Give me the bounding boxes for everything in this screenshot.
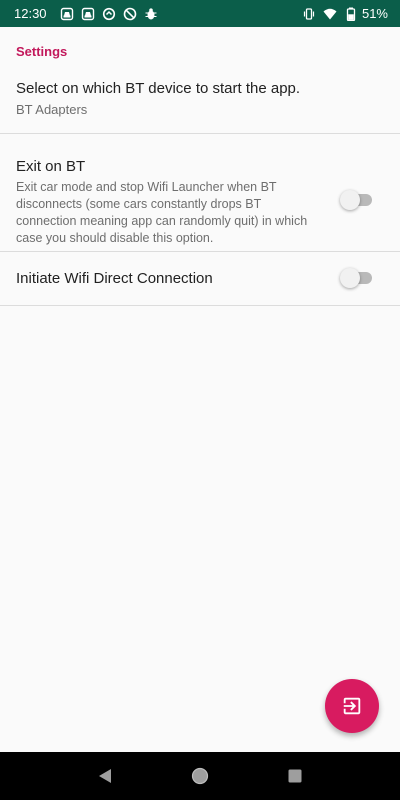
switch-thumb [340, 190, 360, 210]
exit-to-app-icon [341, 695, 363, 717]
bt-device-summary: BT Adapters [16, 102, 88, 117]
wifi-direct-switch[interactable] [340, 268, 374, 288]
battery-icon [344, 7, 358, 21]
settings-list: Settings Select on which BT device to st… [0, 27, 400, 306]
status-bar-right: 51% [302, 6, 388, 21]
back-icon [97, 768, 113, 784]
navigation-bar [0, 752, 400, 800]
exit-on-bt-preference[interactable]: Exit on BT Exit car mode and stop Wifi L… [0, 134, 400, 252]
status-bar: 12:30 51% [0, 0, 400, 27]
exit-on-bt-title: Exit on BT [16, 158, 86, 175]
exit-fab-button[interactable] [325, 679, 379, 733]
home-button[interactable] [188, 764, 212, 788]
back-button[interactable] [93, 764, 117, 788]
section-title: Settings [16, 44, 68, 59]
car-mode-icon [60, 7, 74, 21]
status-time: 12:30 [14, 6, 47, 21]
do-not-disturb-icon [123, 7, 137, 21]
sync-icon [102, 7, 116, 21]
recents-button[interactable] [283, 764, 307, 788]
wifi-icon [323, 7, 337, 21]
wifi-direct-preference[interactable]: Initiate Wifi Direct Connection [0, 252, 400, 306]
wifi-direct-title: Initiate Wifi Direct Connection [16, 270, 213, 287]
exit-on-bt-switch[interactable] [340, 190, 374, 210]
exit-on-bt-summary: Exit car mode and stop Wifi Launcher whe… [16, 180, 308, 245]
home-icon [191, 767, 209, 785]
switch-thumb [340, 268, 360, 288]
bug-icon [144, 7, 158, 21]
car-mode-icon [81, 7, 95, 21]
battery-percentage: 51% [361, 6, 388, 21]
vibrate-icon [302, 7, 316, 21]
bt-device-title: Select on which BT device to start the a… [16, 80, 301, 97]
bt-device-preference[interactable]: Select on which BT device to start the a… [0, 79, 400, 134]
status-bar-left: 12:30 [14, 6, 158, 21]
recents-icon [288, 769, 302, 783]
